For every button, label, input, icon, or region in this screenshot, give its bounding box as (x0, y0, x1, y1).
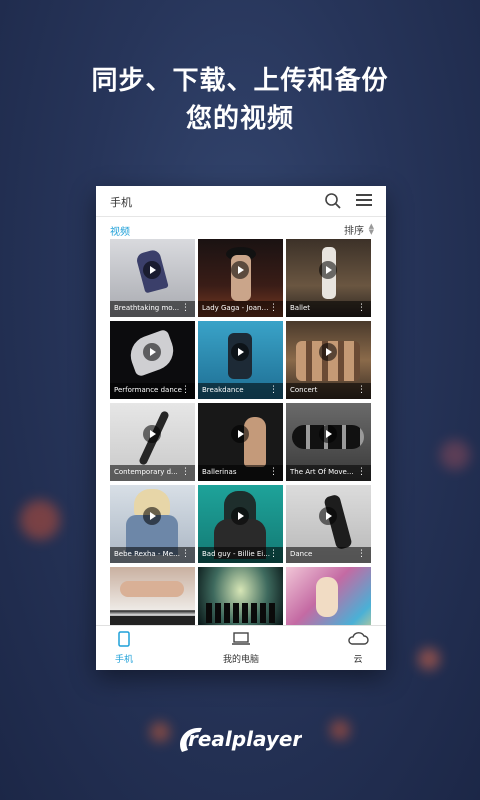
laptop-icon (232, 632, 250, 645)
video-title: Breakdance (202, 386, 244, 394)
video-title: Bad guy - Billie Ei... (202, 550, 270, 558)
video-title: Performance dance (114, 386, 182, 394)
video-tile[interactable]: Bad guy - Billie Ei... ⋮ (198, 485, 283, 563)
tab-label: 手机 (114, 655, 133, 665)
section-label-videos: 视频 (110, 227, 130, 238)
phone-icon (118, 631, 130, 647)
video-tile[interactable]: Performance dance ⋮ (110, 321, 195, 399)
video-grid: Breathtaking mo... ⋮ Lady Gaga - Joanne ⋮ … (110, 239, 372, 625)
video-tile[interactable]: Ballerinas ⋮ (198, 403, 283, 481)
promo-headline-line1: 同步、下载、上传和备份 (91, 66, 389, 96)
play-icon (319, 343, 337, 361)
menu-icon[interactable] (356, 194, 372, 208)
video-tile[interactable] (286, 567, 371, 625)
bottom-tab-bar: 手机 我的电脑 云 (96, 625, 386, 670)
bokeh-light (418, 648, 440, 670)
top-bar-title: 手机 (110, 196, 132, 209)
bokeh-light (20, 500, 60, 540)
video-tile[interactable]: Breathtaking mo... ⋮ (110, 239, 195, 317)
sort-button[interactable]: 排序 (344, 222, 364, 237)
video-tile[interactable]: Breakdance ⋮ (198, 321, 283, 399)
video-tile[interactable]: The Art Of Move... ⋮ (286, 403, 371, 481)
more-options-icon[interactable]: ⋮ (269, 548, 278, 560)
play-icon (231, 261, 249, 279)
video-tile[interactable]: Ballet ⋮ (286, 239, 371, 317)
video-tile[interactable]: Dance ⋮ (286, 485, 371, 563)
tab-label: 我的电脑 (222, 655, 259, 665)
video-title: Bebe Rexha - Mea... (114, 550, 182, 558)
more-options-icon[interactable]: ⋮ (269, 302, 278, 314)
play-icon (319, 507, 337, 525)
bokeh-light (330, 720, 350, 740)
play-icon (143, 507, 161, 525)
play-icon (231, 507, 249, 525)
more-options-icon[interactable]: ⋮ (357, 466, 366, 478)
tab-label: 云 (353, 655, 363, 665)
more-options-icon[interactable]: ⋮ (269, 384, 278, 396)
video-tile[interactable]: Contemporary d... ⋮ (110, 403, 195, 481)
search-icon[interactable] (324, 192, 342, 210)
tab-cloud[interactable]: 云 (310, 630, 386, 665)
video-title: Breathtaking mo... (114, 304, 180, 312)
svg-text:realplayer: realplayer (188, 727, 302, 751)
tab-phone[interactable]: 手机 (96, 630, 172, 665)
more-options-icon[interactable]: ⋮ (357, 384, 366, 396)
realplayer-logo: realplayer (180, 727, 302, 752)
promo-headline-line2: 您的视频 (185, 104, 294, 134)
play-icon (231, 343, 249, 361)
bokeh-light (150, 722, 170, 742)
video-tile[interactable] (110, 567, 195, 625)
more-options-icon[interactable]: ⋮ (357, 302, 366, 314)
more-options-icon[interactable]: ⋮ (181, 548, 190, 560)
play-icon (231, 425, 249, 443)
sort-arrows-icon[interactable]: ▲ ▼ (369, 223, 374, 236)
play-icon (319, 425, 337, 443)
video-title: Contemporary d... (114, 468, 178, 476)
video-tile[interactable]: Lady Gaga - Joanne ⋮ (198, 239, 283, 317)
video-title: Dance (290, 550, 313, 558)
video-title: The Art Of Move... (290, 468, 354, 476)
play-icon (143, 343, 161, 361)
top-bar: 手机 (96, 186, 386, 217)
more-options-icon[interactable]: ⋮ (181, 302, 190, 314)
video-title: Ballerinas (202, 468, 237, 476)
section-bar: 视频 排序 ▲ ▼ (96, 217, 386, 239)
play-icon (319, 261, 337, 279)
more-options-icon[interactable]: ⋮ (181, 466, 190, 478)
video-tile[interactable] (198, 567, 283, 625)
video-title: Ballet (290, 304, 311, 312)
video-tile[interactable]: Concert ⋮ (286, 321, 371, 399)
more-options-icon[interactable]: ⋮ (181, 384, 190, 396)
play-icon (143, 425, 161, 443)
video-title: Concert (290, 386, 318, 394)
tab-my-computer[interactable]: 我的电脑 (193, 630, 289, 665)
video-title: Lady Gaga - Joanne (202, 304, 270, 312)
play-icon (143, 261, 161, 279)
more-options-icon[interactable]: ⋮ (269, 466, 278, 478)
bokeh-light (440, 440, 470, 470)
more-options-icon[interactable]: ⋮ (357, 548, 366, 560)
app-screen: 手机 视频 排序 ▲ ▼ Breathtaking mo... ⋮ Lady Gag… (96, 186, 386, 670)
cloud-icon (348, 632, 369, 645)
video-tile[interactable]: Bebe Rexha - Mea... ⋮ (110, 485, 195, 563)
